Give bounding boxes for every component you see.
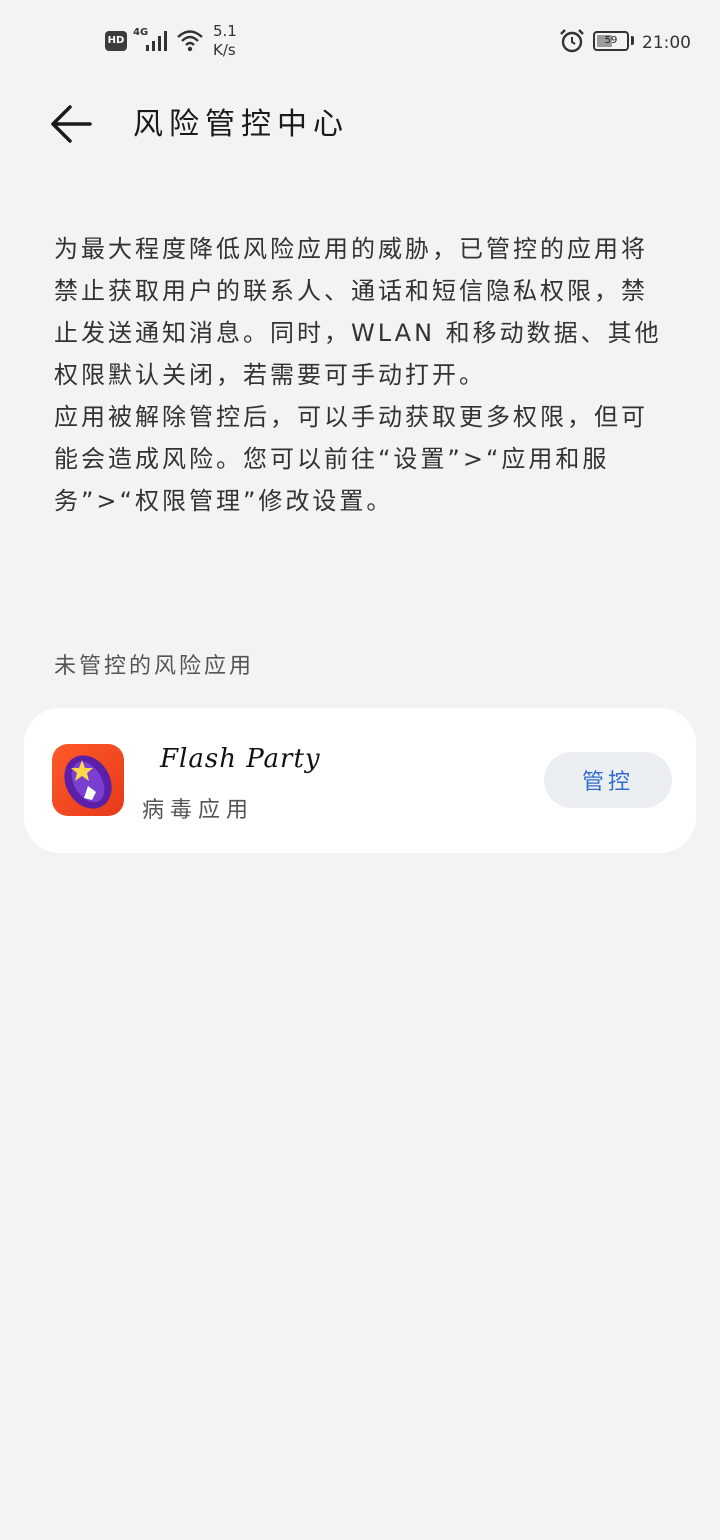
status-bar: HD 4G 5.1 K/s 59 21:00 [0, 0, 720, 84]
app-list-item[interactable]: Flash Party 管控 [24, 708, 696, 853]
section-label: 未管控的风险应用 [54, 654, 255, 679]
page-title: 风险管控中心 [133, 107, 349, 142]
app-tag: 病毒应用 [142, 798, 255, 823]
speed-unit: K/s [213, 41, 236, 59]
app-name: Flash Party [160, 744, 321, 774]
description: 为最大程度降低风险应用的威胁，已管控的应用将禁止获取用户的联系人、通话和短信隐私… [54, 228, 670, 522]
battery-level: 59 [604, 35, 618, 46]
alarm-icon [560, 29, 584, 53]
app-icon [52, 744, 124, 816]
wifi-icon [177, 30, 203, 52]
clock: 21:00 [642, 33, 691, 53]
description-paragraph: 为最大程度降低风险应用的威胁，已管控的应用将禁止获取用户的联系人、通话和短信隐私… [54, 235, 662, 389]
speed-value: 5.1 [213, 22, 237, 40]
manage-button[interactable]: 管控 [544, 752, 672, 808]
network-speed: 5.1 K/s [213, 22, 237, 60]
flash-party-logo-icon [52, 744, 124, 816]
battery-icon: 59 [593, 31, 629, 51]
description-paragraph: 应用被解除管控后，可以手动获取更多权限，但可能会造成风险。您可以前往“设置”>“… [54, 403, 648, 515]
hd-badge: HD [105, 31, 127, 51]
arrow-left-icon [51, 105, 92, 143]
signal-icon [146, 29, 172, 51]
battery-tip [631, 36, 634, 45]
back-button[interactable] [44, 98, 100, 150]
